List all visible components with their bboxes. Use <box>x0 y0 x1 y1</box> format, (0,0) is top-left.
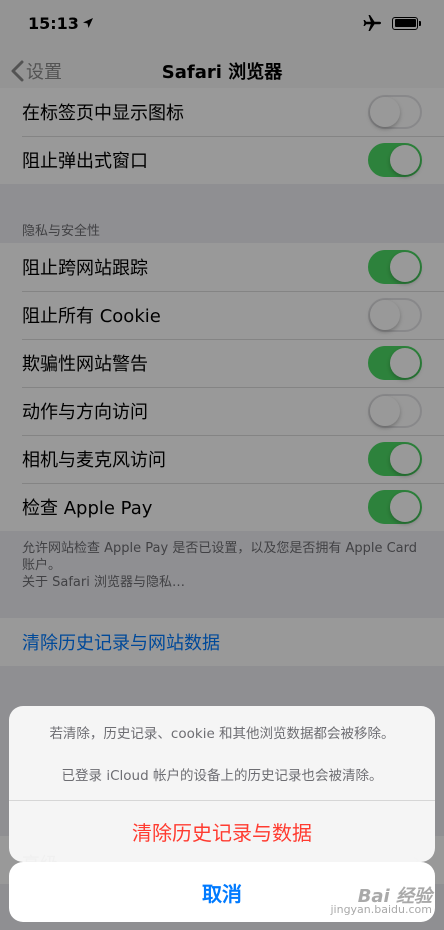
watermark-logo: Bai 经验 <box>357 886 432 907</box>
watermark: Bai 经验 jingyan.baidu.com <box>330 886 432 917</box>
action-sheet-message: 若清除，历史记录、cookie 和其他浏览数据都会被移除。 已登录 iCloud… <box>9 706 435 800</box>
message-line-1: 若清除，历史记录、cookie 和其他浏览数据都会被移除。 <box>49 726 395 742</box>
action-sheet: 若清除，历史记录、cookie 和其他浏览数据都会被移除。 已登录 iCloud… <box>9 706 435 862</box>
clear-history-data-button[interactable]: 清除历史记录与数据 <box>9 800 435 862</box>
watermark-url: jingyan.baidu.com <box>330 903 432 916</box>
message-line-2: 已登录 iCloud 帐户的设备上的历史记录也会被清除。 <box>61 768 383 784</box>
